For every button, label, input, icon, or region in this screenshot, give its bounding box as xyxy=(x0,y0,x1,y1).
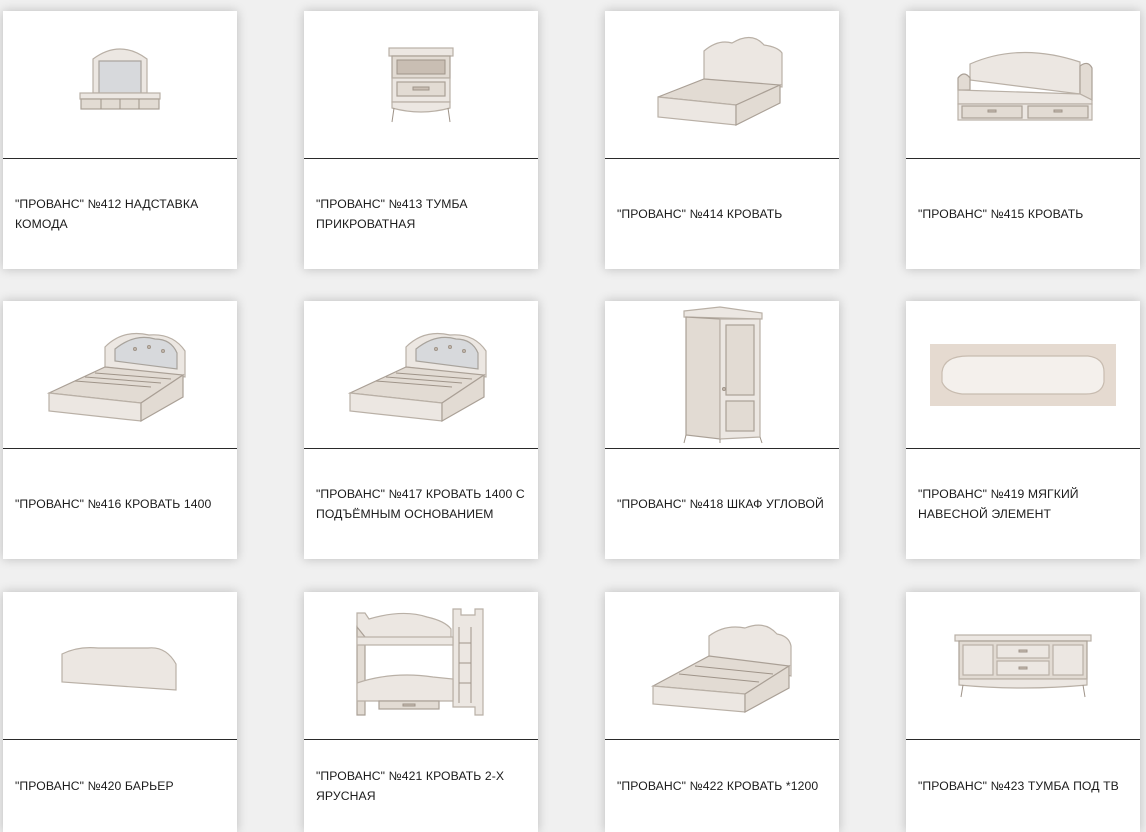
product-title[interactable]: "ПРОВАНС" №413 ТУМБА ПРИКРОВАТНАЯ xyxy=(316,159,528,269)
product-image[interactable] xyxy=(906,301,1140,449)
bunk-bed-icon xyxy=(356,608,484,716)
single-bed-icon xyxy=(657,36,783,126)
product-image[interactable] xyxy=(605,301,839,449)
product-image[interactable] xyxy=(3,301,237,449)
corner-wardrobe-icon xyxy=(683,306,763,444)
product-card-423[interactable]: "ПРОВАНС" №423 ТУМБА ПОД ТВ xyxy=(906,592,1140,832)
product-title[interactable]: "ПРОВАНС" №422 КРОВАТЬ *1200 xyxy=(617,740,829,832)
product-image[interactable] xyxy=(304,592,538,740)
product-card-418[interactable]: "ПРОВАНС" №418 ШКАФ УГЛОВОЙ xyxy=(605,301,839,559)
product-title[interactable]: "ПРОВАНС" №415 КРОВАТЬ xyxy=(918,159,1130,269)
product-image[interactable] xyxy=(3,592,237,740)
product-card-413[interactable]: "ПРОВАНС" №413 ТУМБА ПРИКРОВАТНАЯ xyxy=(304,11,538,269)
product-title[interactable]: "ПРОВАНС" №416 КРОВАТЬ 1400 xyxy=(15,449,227,559)
product-card-421[interactable]: "ПРОВАНС" №421 КРОВАТЬ 2-Х ЯРУСНАЯ xyxy=(304,592,538,832)
product-title[interactable]: "ПРОВАНС" №420 БАРЬЕР xyxy=(15,740,227,832)
product-image[interactable] xyxy=(304,11,538,159)
product-card-415[interactable]: "ПРОВАНС" №415 КРОВАТЬ xyxy=(906,11,1140,269)
dresser-mirror-topper-icon xyxy=(79,48,161,110)
product-title[interactable]: "ПРОВАНС" №418 ШКАФ УГЛОВОЙ xyxy=(617,449,829,559)
product-card-416[interactable]: "ПРОВАНС" №416 КРОВАТЬ 1400 xyxy=(3,301,237,559)
nightstand-icon xyxy=(388,47,454,123)
product-image[interactable] xyxy=(304,301,538,449)
product-card-417[interactable]: "ПРОВАНС" №417 КРОВАТЬ 1400 С ПОДЪЁМНЫМ … xyxy=(304,301,538,559)
tv-stand-icon xyxy=(954,634,1092,698)
product-title[interactable]: "ПРОВАНС" №419 МЯГКИЙ НАВЕСНОЙ ЭЛЕМЕНТ xyxy=(918,449,1130,559)
product-title[interactable]: "ПРОВАНС" №414 КРОВАТЬ xyxy=(617,159,829,269)
product-title[interactable]: "ПРОВАНС" №423 ТУМБА ПОД ТВ xyxy=(918,740,1130,832)
product-card-422[interactable]: "ПРОВАНС" №422 КРОВАТЬ *1200 xyxy=(605,592,839,832)
product-image[interactable] xyxy=(906,11,1140,159)
product-image[interactable] xyxy=(605,592,839,740)
wall-panel-icon xyxy=(930,344,1116,406)
product-image[interactable] xyxy=(906,592,1140,740)
product-card-414[interactable]: "ПРОВАНС" №414 КРОВАТЬ xyxy=(605,11,839,269)
product-card-420[interactable]: "ПРОВАНС" №420 БАРЬЕР xyxy=(3,592,237,832)
tufted-bed-lift-icon xyxy=(347,332,487,423)
bed-barrier-icon xyxy=(61,647,177,691)
tufted-bed-icon xyxy=(46,332,186,423)
bed-1200-icon xyxy=(650,624,792,714)
product-title[interactable]: "ПРОВАНС" №412 НАДСТАВКА КОМОДА xyxy=(15,159,227,269)
product-title[interactable]: "ПРОВАНС" №417 КРОВАТЬ 1400 С ПОДЪЁМНЫМ … xyxy=(316,449,528,559)
product-image[interactable] xyxy=(3,11,237,159)
product-image[interactable] xyxy=(605,11,839,159)
product-card-419[interactable]: "ПРОВАНС" №419 МЯГКИЙ НАВЕСНОЙ ЭЛЕМЕНТ xyxy=(906,301,1140,559)
daybed-icon xyxy=(957,51,1093,121)
product-title[interactable]: "ПРОВАНС" №421 КРОВАТЬ 2-Х ЯРУСНАЯ xyxy=(316,740,528,832)
product-card-412[interactable]: "ПРОВАНС" №412 НАДСТАВКА КОМОДА xyxy=(3,11,237,269)
